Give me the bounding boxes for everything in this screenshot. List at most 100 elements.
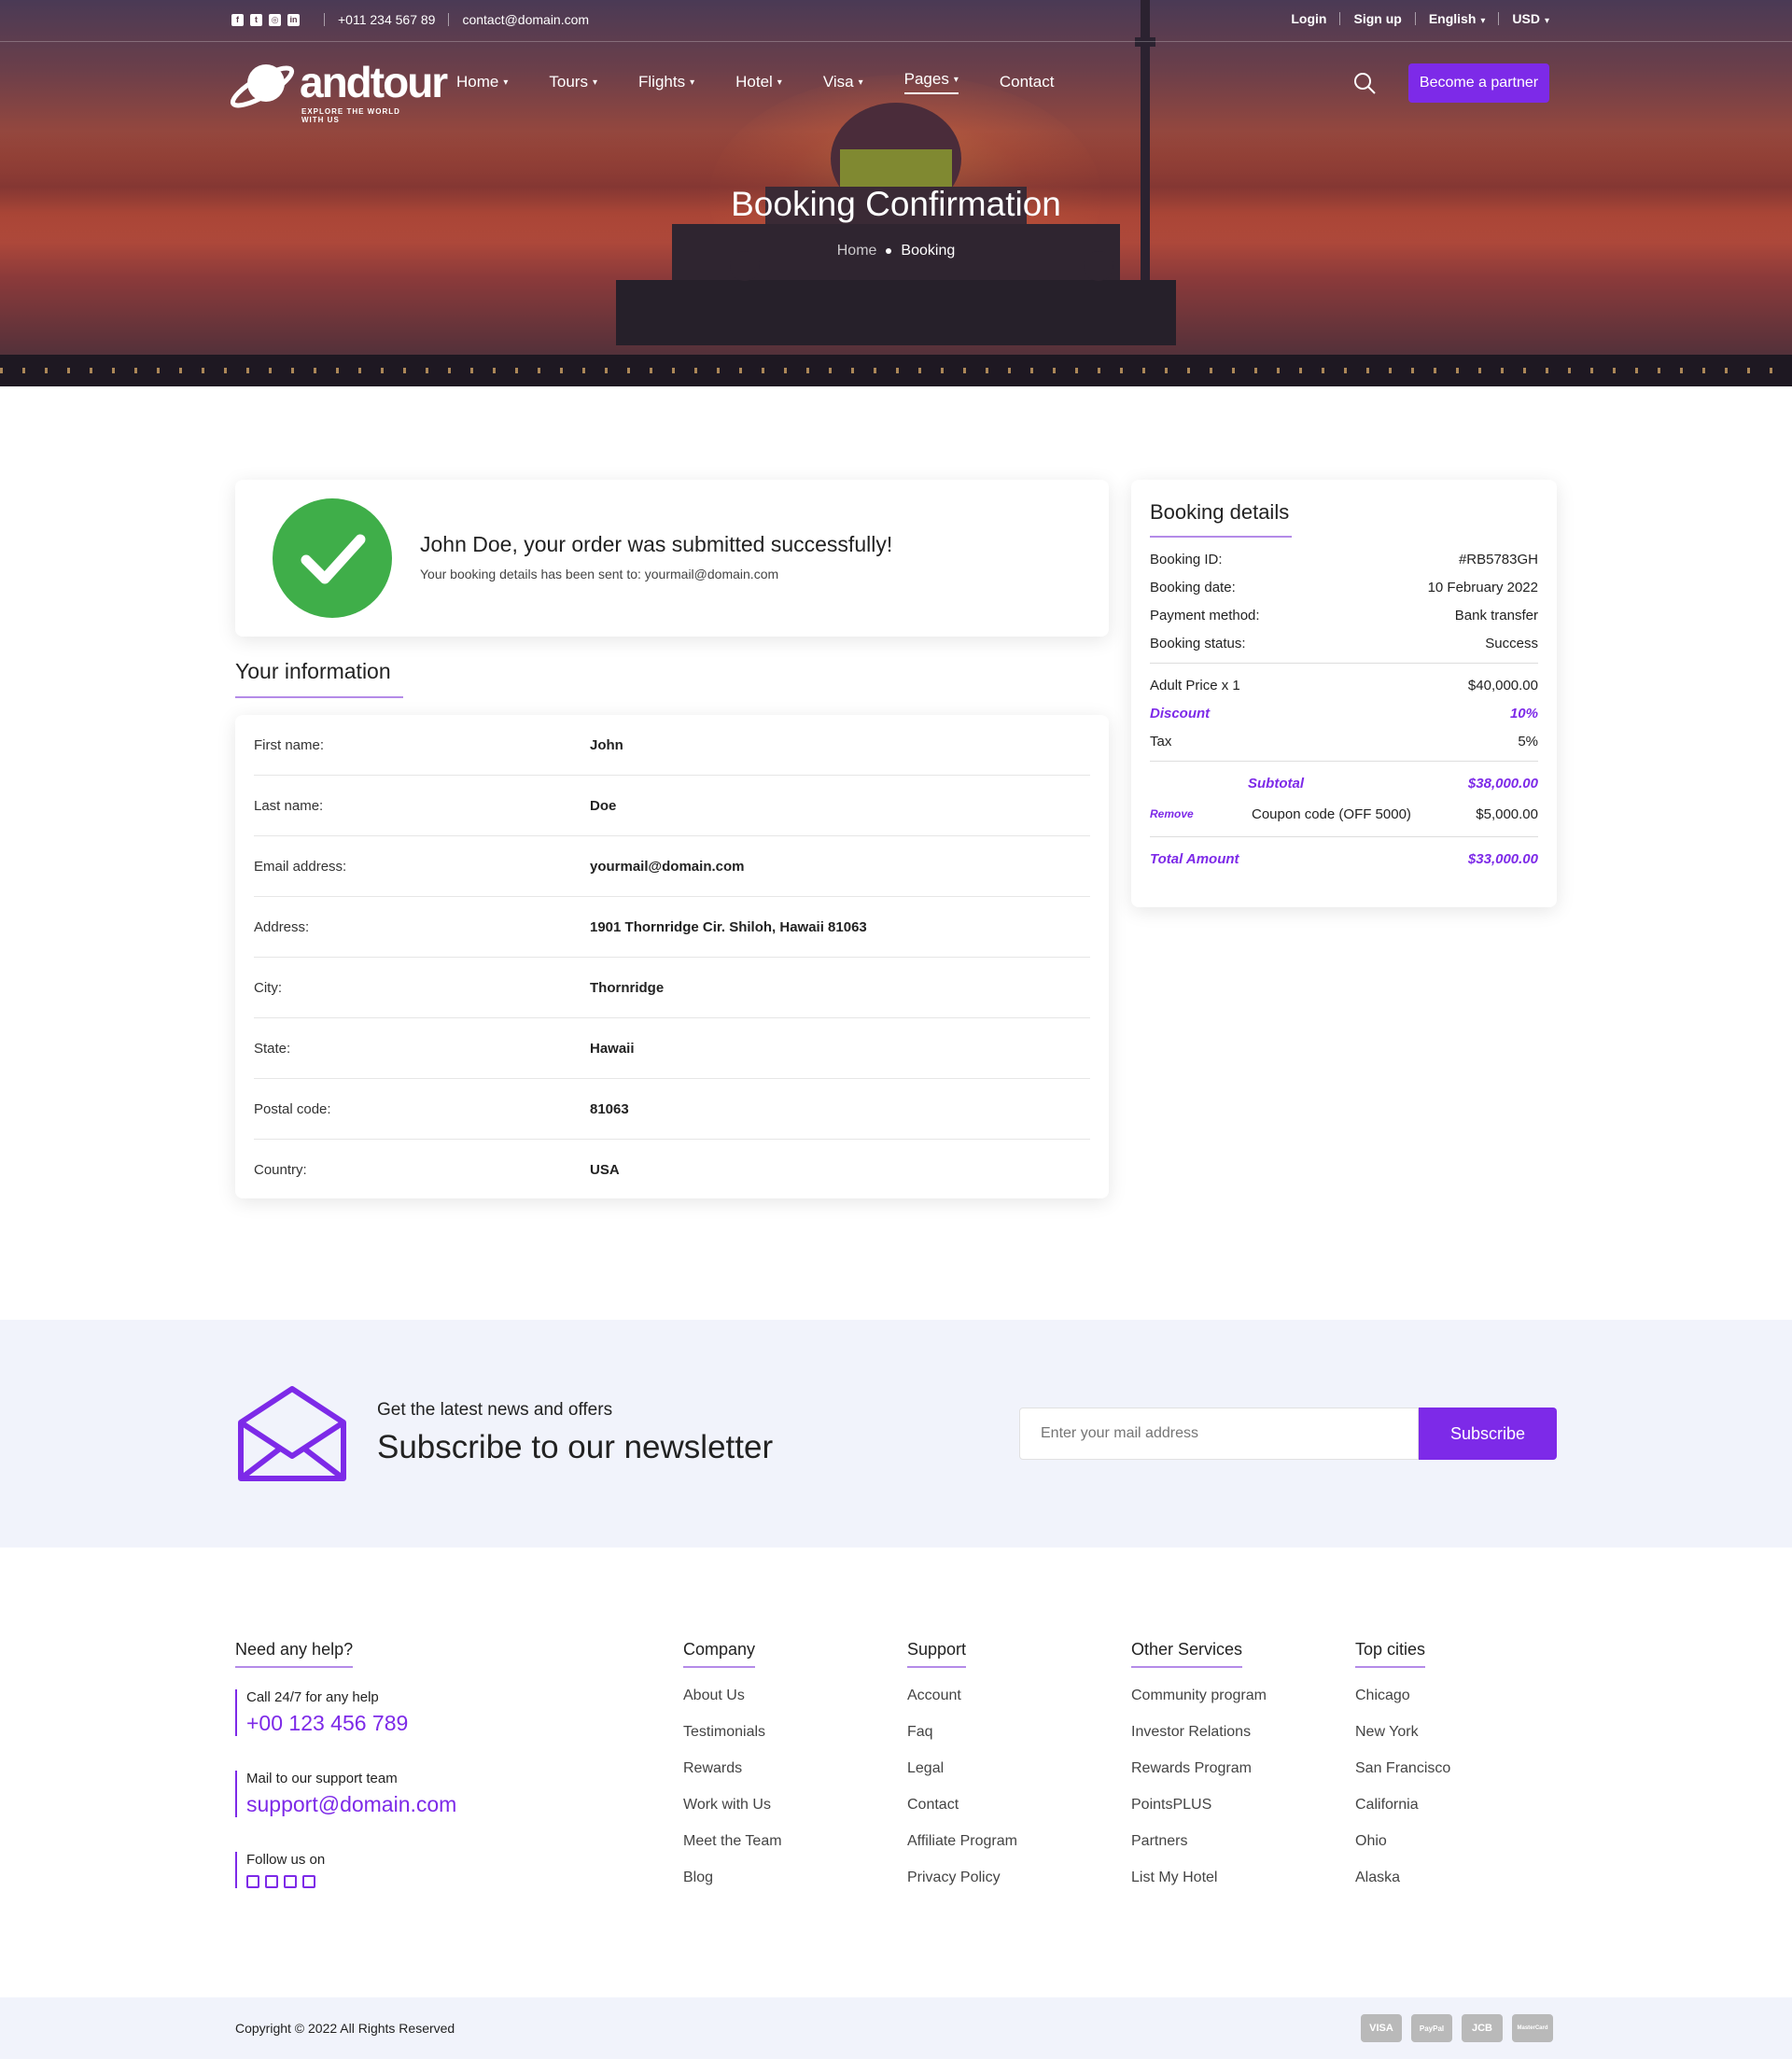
footer-link[interactable]: Ohio [1355,1833,1450,1870]
breadcrumb-current: Booking [901,243,956,259]
footer-link[interactable]: Meet the Team [683,1833,782,1870]
linkedin-icon[interactable]: in [287,13,300,26]
success-heading: John Doe, your order was submitted succe… [420,532,893,556]
footer-link[interactable]: Blog [683,1870,782,1906]
support-email[interactable]: support@domain.com [246,1792,456,1817]
detail-row: Booking date: 10 February 2022 [1150,579,1538,595]
footer-company-title: Company [683,1640,756,1668]
jcb-icon: JCB [1462,2014,1503,2042]
footer-link[interactable]: Testimonials [683,1724,782,1760]
nav-visa[interactable]: Visa ▾ [823,70,863,94]
visa-icon: VISA [1361,2014,1402,2042]
breadcrumb-home[interactable]: Home [837,243,877,259]
twitter-icon[interactable] [265,1875,278,1888]
call-number[interactable]: +00 123 456 789 [246,1711,408,1736]
footer-link[interactable]: Legal [907,1760,1017,1797]
info-value: USA [590,1162,620,1178]
search-icon[interactable] [1352,71,1377,95]
facebook-icon[interactable] [246,1875,259,1888]
nav-contact[interactable]: Contact [1000,70,1055,94]
mastercard-icon: MasterCard [1512,2014,1553,2042]
language-select[interactable]: English ▾ [1429,11,1486,26]
footer-call-block: Call 24/7 for any help +00 123 456 789 [235,1689,408,1736]
topbar-phone[interactable]: +011 234 567 89 [338,12,435,27]
linkedin-icon[interactable] [302,1875,315,1888]
newsletter-title: Subscribe to our newsletter [377,1429,774,1465]
chevron-down-icon: ▾ [503,77,509,88]
topbar: f t ◎ in +011 234 567 89 contact@domain.… [0,0,1792,42]
chevron-down-icon: ▾ [592,77,597,88]
info-label: Postal code: [254,1100,331,1117]
info-row: Country: USA [254,1140,1090,1200]
nav-home[interactable]: Home ▾ [456,70,508,94]
info-row: Address: 1901 Thornridge Cir. Shiloh, Haw… [254,897,1090,958]
facebook-icon[interactable]: f [231,13,244,26]
planet-logo-icon [230,64,295,108]
logo[interactable]: andtour EXPLORE THE WORLD WITH US [227,51,448,124]
booking-status: Success [1485,635,1538,651]
logo-tagline: EXPLORE THE WORLD WITH US [301,107,400,124]
footer-follow-block: Follow us on [235,1852,325,1888]
currency-select[interactable]: USD ▾ [1512,11,1549,26]
info-row: State: Hawaii [254,1018,1090,1079]
remove-coupon-link[interactable]: Remove [1150,807,1252,820]
footer-link[interactable]: About Us [683,1688,782,1724]
discount-value: 10% [1509,705,1538,721]
newsletter-email-input[interactable] [1019,1408,1419,1460]
info-label: City: [254,979,282,996]
instagram-icon[interactable]: ◎ [269,13,281,26]
signup-link[interactable]: Sign up [1353,11,1401,26]
footer-link[interactable]: Affiliate Program [907,1833,1017,1870]
breadcrumb-separator [886,247,892,254]
nav-pages[interactable]: Pages ▾ [903,70,959,94]
subscribe-button[interactable]: Subscribe [1419,1408,1557,1460]
nav-flights[interactable]: Flights ▾ [638,70,694,94]
footer-link[interactable]: Faq [907,1724,1017,1760]
topbar-email[interactable]: contact@domain.com [462,12,589,27]
chevron-down-icon: ▾ [1544,16,1549,26]
footer-link[interactable]: Investor Relations [1131,1724,1267,1760]
footer-link[interactable]: Privacy Policy [907,1870,1017,1906]
footer-link[interactable]: PointsPLUS [1131,1797,1267,1833]
footer-link[interactable]: Alaska [1355,1870,1450,1906]
main-nav: andtour EXPLORE THE WORLD WITH US Home ▾ … [0,42,1792,126]
login-link[interactable]: Login [1291,11,1326,26]
divider [1150,836,1538,837]
coupon-value: $5,000.00 [1476,805,1538,822]
chevron-down-icon: ▾ [1480,16,1486,26]
newsletter-section: Get the latest news and offers Subscribe… [0,1320,1792,1548]
footer-link[interactable]: California [1355,1797,1450,1833]
footer-link[interactable]: Community program [1131,1688,1267,1724]
paypal-icon: PayPal [1411,2014,1452,2042]
nav-hotel[interactable]: Hotel ▾ [735,70,782,94]
info-value: John [590,736,623,753]
footer-link[interactable]: Work with Us [683,1797,782,1833]
footer-link[interactable]: New York [1355,1724,1450,1760]
become-partner-button[interactable]: Become a partner [1408,63,1549,103]
chevron-down-icon: ▾ [690,77,695,88]
footer-link[interactable]: Rewards Program [1131,1760,1267,1797]
booking-id: #RB5783GH [1458,551,1538,567]
footer-link[interactable]: Account [907,1688,1017,1724]
coupon-row: Remove Coupon code (OFF 5000) $5,000.00 [1150,797,1538,831]
info-label: Email address: [254,858,347,875]
footer-link[interactable]: San Francisco [1355,1760,1450,1797]
footer-mail-block: Mail to our support team support@domain.… [235,1771,456,1817]
footer-link[interactable]: Partners [1131,1833,1267,1870]
footer-link[interactable]: List My Hotel [1131,1870,1267,1906]
topbar-social: f t ◎ in [231,13,300,26]
footer-link[interactable]: Contact [907,1797,1017,1833]
info-label: Last name: [254,797,324,814]
footer-link[interactable]: Rewards [683,1760,782,1797]
footer-company-links: About Us Testimonials Rewards Work with … [683,1688,782,1906]
divider [1150,663,1538,664]
footer-link[interactable]: Chicago [1355,1688,1450,1724]
info-card: First name: John Last name: Doe Email addr… [235,715,1109,1198]
info-title: Your information [235,659,403,698]
nav-tours[interactable]: Tours ▾ [549,70,597,94]
success-card: John Doe, your order was submitted succe… [235,480,1109,637]
footer-cities-links: Chicago New York San Francisco Californi… [1355,1688,1450,1906]
instagram-icon[interactable] [284,1875,297,1888]
twitter-icon[interactable]: t [250,13,262,26]
check-circle-icon [273,498,392,618]
